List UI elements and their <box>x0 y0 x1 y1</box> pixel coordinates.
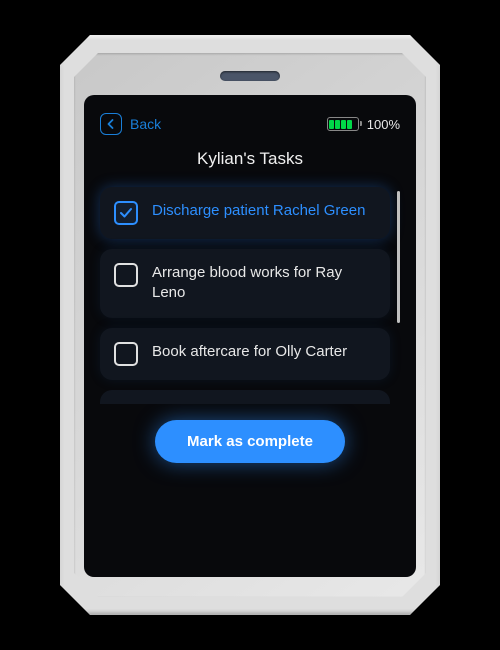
screen: Back 100% Kylian's Tasks <box>84 95 416 577</box>
task-label: Arrange blood works for Ray Leno <box>152 263 376 304</box>
task-item[interactable]: Arrange blood works for Ray Leno <box>100 249 390 318</box>
task-item[interactable]: Discharge patient Rachel Green <box>100 187 390 239</box>
battery-status: 100% <box>327 117 400 132</box>
task-item-peek <box>100 390 390 404</box>
back-button[interactable]: Back <box>100 113 161 135</box>
mark-complete-button[interactable]: Mark as complete <box>155 420 345 463</box>
battery-icon <box>327 117 359 131</box>
back-chevron-icon <box>100 113 122 135</box>
status-bar: Back 100% <box>100 113 400 135</box>
device-inner: Back 100% Kylian's Tasks <box>74 53 426 597</box>
checkbox-unchecked-icon[interactable] <box>114 263 138 287</box>
task-label: Book aftercare for Olly Carter <box>152 342 347 362</box>
page-title: Kylian's Tasks <box>100 149 400 169</box>
device-frame: Back 100% Kylian's Tasks <box>60 35 440 615</box>
scrollbar[interactable] <box>397 191 400 323</box>
task-label: Discharge patient Rachel Green <box>152 201 365 221</box>
battery-percent: 100% <box>367 117 400 132</box>
back-label: Back <box>130 116 161 132</box>
task-item[interactable]: Book aftercare for Olly Carter <box>100 328 390 380</box>
device-speaker <box>220 71 280 81</box>
checkbox-checked-icon[interactable] <box>114 201 138 225</box>
task-list: Discharge patient Rachel Green Arrange b… <box>100 187 400 404</box>
checkbox-unchecked-icon[interactable] <box>114 342 138 366</box>
